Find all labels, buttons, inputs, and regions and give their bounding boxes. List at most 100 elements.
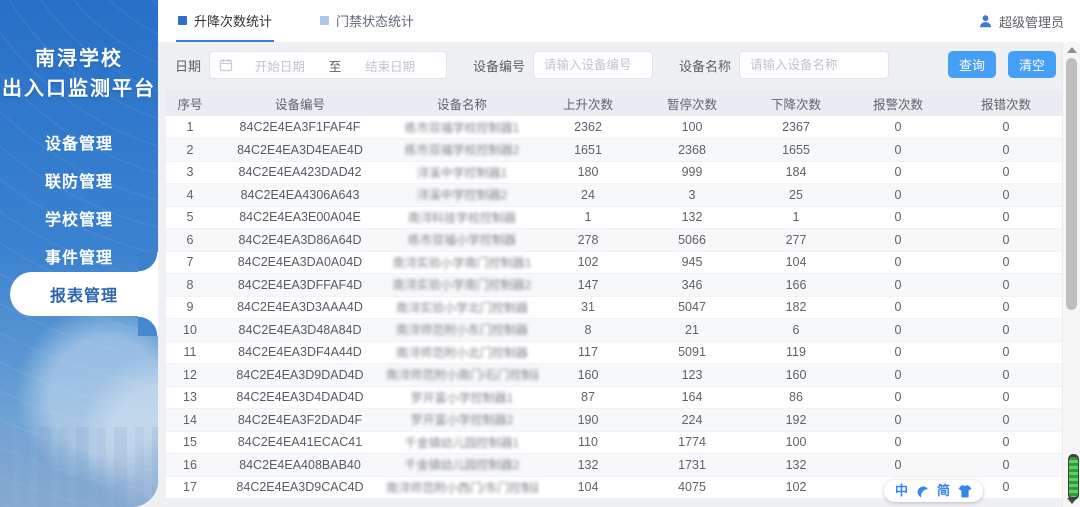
table-row[interactable]: 14 84C2E4EA3F2DAD4F 罗开富小学控制器2 190 224 19… — [166, 408, 1062, 432]
cell-index: 11 — [166, 341, 214, 364]
sidebar-item-report-mgmt-active[interactable]: 报表管理 — [10, 272, 158, 316]
table-row[interactable]: 16 84C2E4EA408BAB40 千金镇幼儿园控制器2 132 1731 … — [166, 453, 1062, 477]
cell-error-count: 0 — [950, 453, 1062, 477]
table-row[interactable]: 11 84C2E4EA3DF4A44D 南浔师范附小北门控制器 117 5091… — [166, 341, 1062, 364]
cell-error-count: 0 — [950, 296, 1062, 319]
user-name: 超级管理员 — [998, 14, 1064, 30]
table-row[interactable]: 2 84C2E4EA3D4EAE4D 练市双福学校控制器2 1651 2368 … — [166, 138, 1062, 162]
cell-index: 10 — [166, 318, 214, 342]
device-no-label: 设备编号 — [473, 58, 526, 74]
col-alarm-count: 报警次数 — [846, 90, 950, 116]
user-account[interactable]: 超级管理员 — [978, 12, 1080, 31]
cell-down-count: 192 — [746, 408, 846, 432]
moon-icon[interactable] — [916, 485, 929, 498]
cell-device-id: 84C2E4EA3D4DAD4D — [214, 386, 386, 409]
cell-device-name: 南浔实验小学南门控制器2 — [386, 273, 538, 297]
shirt-skin-icon[interactable] — [958, 484, 972, 498]
tab-square-icon — [178, 15, 187, 25]
start-date-placeholder[interactable]: 开始日期 — [233, 56, 327, 75]
main-header: 升降次数统计 门禁状态统计 超级管理员 — [158, 0, 1080, 42]
filter-bar: 日期 开始日期 至 结束日期 设备编号 设备名称 — [175, 51, 890, 79]
cell-up-count: 160 — [538, 363, 638, 387]
cell-index: 1 — [166, 116, 214, 139]
cell-index: 17 — [166, 476, 214, 499]
sidebar-item-device-mgmt[interactable]: 设备管理 — [0, 126, 158, 164]
cell-down-count: 182 — [746, 296, 846, 319]
tab-lift-count-stats[interactable]: 升降次数统计 — [176, 0, 275, 42]
table-body: 1 84C2E4EA3F1FAF4F 练市双福学校控制器1 2362 100 2… — [166, 116, 1062, 499]
cell-down-count: 277 — [746, 228, 846, 252]
cell-device-id: 84C2E4EA3DFFAF4D — [214, 273, 386, 297]
pen-battery-fill — [1069, 457, 1078, 497]
table-row[interactable]: 4 84C2E4EA4306A643 浔溪中学控制器2 24 3 25 0 0 — [166, 183, 1062, 207]
tab-square-icon — [320, 15, 330, 25]
sidebar-item-joint-defense-mgmt[interactable]: 联防管理 — [0, 164, 158, 202]
cell-down-count: 2367 — [746, 116, 846, 139]
col-device-id: 设备编号 — [214, 90, 386, 116]
cell-index: 2 — [166, 138, 214, 162]
date-range-picker[interactable]: 开始日期 至 结束日期 — [209, 51, 448, 79]
cell-pause-count: 100 — [638, 116, 746, 139]
ime-mode-simplified[interactable]: 简 — [937, 480, 950, 502]
clear-button[interactable]: 清空 — [1007, 51, 1056, 78]
device-name-input[interactable] — [739, 51, 890, 79]
cell-device-id: 84C2E4EA3DF4A44D — [214, 341, 386, 364]
cell-pause-count: 5066 — [638, 228, 746, 252]
table-row[interactable]: 7 84C2E4EA3DA0A04D 南浔实验小学南门控制器1 102 945 … — [166, 251, 1062, 274]
cell-index: 3 — [166, 161, 214, 184]
cell-down-count: 166 — [746, 273, 846, 297]
scroll-up-arrow-icon[interactable] — [1067, 47, 1077, 53]
cell-error-count: 0 — [950, 251, 1062, 274]
table-row[interactable]: 12 84C2E4EA3D9DAD4D 南浔师范附小南门/石门控制器1 160 … — [166, 363, 1062, 387]
cell-up-count: 180 — [538, 161, 638, 184]
table-row[interactable]: 9 84C2E4EA3D3AAA4D 南浔实验小学北门控制器 31 5047 1… — [166, 296, 1062, 319]
cell-alarm-count: 0 — [846, 386, 950, 409]
cell-alarm-count: 0 — [846, 273, 950, 297]
ime-toolbar[interactable]: 中 简 — [884, 480, 984, 502]
ime-lang-chinese[interactable]: 中 — [895, 480, 908, 502]
table-row[interactable]: 6 84C2E4EA3D86A64D 练市双福小学控制器 278 5066 27… — [166, 228, 1062, 252]
cell-up-count: 278 — [538, 228, 638, 252]
sidebar: 南浔学校 出入口监测平台 设备管理 联防管理 学校管理 事件管理 报表管理 — [0, 0, 158, 507]
table-row[interactable]: 8 84C2E4EA3DFFAF4D 南浔实验小学南门控制器2 147 346 … — [166, 273, 1062, 297]
cell-index: 8 — [166, 273, 214, 297]
date-range-separator: 至 — [328, 59, 342, 74]
cell-up-count: 31 — [538, 296, 638, 319]
cell-up-count: 147 — [538, 273, 638, 297]
table-row[interactable]: 1 84C2E4EA3F1FAF4F 练市双福学校控制器1 2362 100 2… — [166, 116, 1062, 139]
table-row[interactable]: 3 84C2E4EA423DAD42 浔溪中学控制器1 180 999 184 … — [166, 161, 1062, 184]
cell-up-count: 24 — [538, 183, 638, 207]
cell-index: 13 — [166, 386, 214, 409]
platform-title: 南浔学校 出入口监测平台 — [0, 44, 158, 104]
cell-device-id: 84C2E4EA41ECAC41 — [214, 431, 386, 454]
cell-device-name: 南浔实验小学南门控制器1 — [386, 251, 538, 274]
end-date-placeholder[interactable]: 结束日期 — [343, 56, 437, 75]
sidebar-item-school-mgmt[interactable]: 学校管理 — [0, 202, 158, 240]
cell-device-id: 84C2E4EA3F1FAF4F — [214, 116, 386, 139]
sidebar-menu: 设备管理 联防管理 学校管理 事件管理 — [0, 126, 158, 278]
table-row[interactable]: 13 84C2E4EA3D4DAD4D 罗开富小学控制器1 87 164 86 … — [166, 386, 1062, 409]
scrollbar[interactable] — [1062, 42, 1080, 507]
cell-device-name: 浔溪中学控制器1 — [386, 161, 538, 184]
cell-device-id: 84C2E4EA3D48A84D — [214, 318, 386, 342]
cell-up-count: 2362 — [538, 116, 638, 139]
cell-pause-count: 164 — [638, 386, 746, 409]
tab-door-status-stats[interactable]: 门禁状态统计 — [318, 0, 416, 42]
cell-pause-count: 21 — [638, 318, 746, 342]
cell-down-count: 160 — [746, 363, 846, 387]
table-row[interactable]: 15 84C2E4EA41ECAC41 千金镇幼儿园控制器1 110 1774 … — [166, 431, 1062, 454]
search-button[interactable]: 查询 — [947, 51, 996, 78]
table-row[interactable]: 5 84C2E4EA3E00A04E 南浔科技学校控制器 1 132 1 0 0 — [166, 206, 1062, 229]
cell-error-count: 0 — [950, 318, 1062, 342]
cell-down-count: 1 — [746, 206, 846, 229]
device-no-input[interactable] — [533, 51, 654, 79]
active-notch-top — [138, 252, 158, 272]
calendar-icon — [219, 59, 233, 72]
table-row[interactable]: 10 84C2E4EA3D48A84D 南浔师范附小东门控制器 8 21 6 0… — [166, 318, 1062, 342]
cell-index: 5 — [166, 206, 214, 229]
cell-error-count: 0 — [950, 363, 1062, 387]
col-error-count: 报错次数 — [950, 90, 1062, 116]
scrollbar-thumb[interactable] — [1066, 58, 1077, 310]
cell-up-count: 117 — [538, 341, 638, 364]
cell-up-count: 8 — [538, 318, 638, 342]
